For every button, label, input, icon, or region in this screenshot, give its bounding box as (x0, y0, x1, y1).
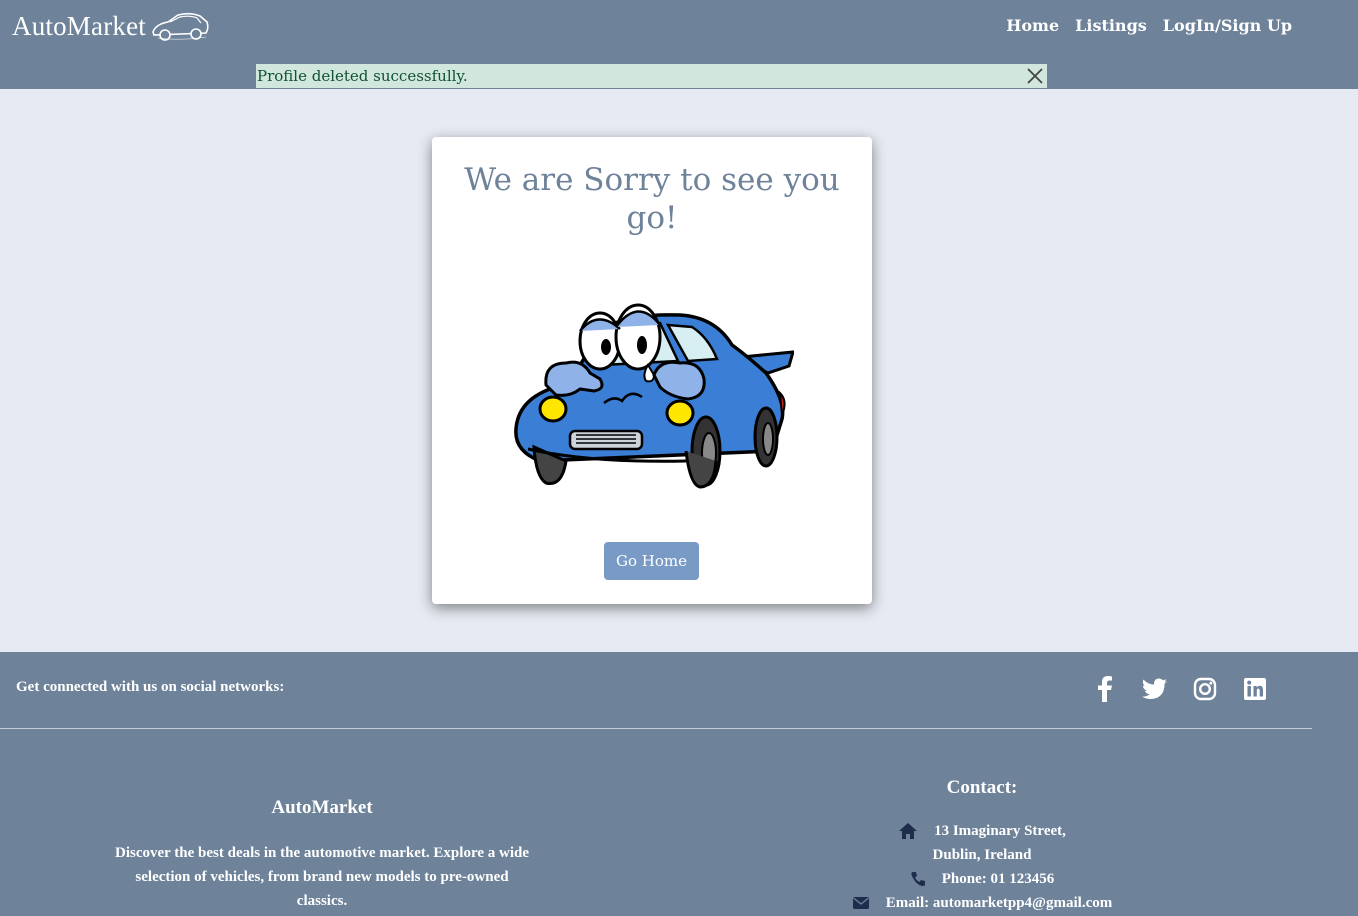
address-line1: 13 Imaginary Street, (934, 823, 1066, 839)
address-line: 13 Imaginary Street, (780, 819, 1184, 843)
about-title: AutoMarket (271, 797, 373, 818)
close-icon[interactable] (1025, 66, 1045, 86)
email-line: Email: automarketpp4@gmail.com (780, 891, 1184, 915)
home-icon (899, 823, 918, 839)
brand-logo[interactable]: AutoMarket (12, 6, 210, 46)
nav-login-signup-link[interactable]: LogIn/Sign Up (1163, 16, 1292, 35)
email-text[interactable]: Email: automarketpp4@gmail.com (886, 891, 1112, 915)
nav-listings-link[interactable]: Listings (1075, 16, 1147, 35)
linkedin-icon[interactable] (1242, 676, 1268, 702)
footer-divider (0, 728, 1312, 729)
envelope-icon (852, 897, 869, 909)
navbar: AutoMarket Home Listings LogIn/Sign Up P… (0, 0, 1358, 89)
brand-name: AutoMarket (12, 10, 146, 41)
about-text: Discover the best deals in the automotiv… (115, 845, 529, 909)
contact-title: Contact: (946, 777, 1018, 798)
social-text: Get connected with us on social networks… (16, 679, 285, 695)
success-alert: Profile deleted successfully. (256, 64, 1047, 88)
social-icons (1092, 676, 1268, 702)
alert-message: Profile deleted successfully. (257, 67, 468, 85)
about-section: AutoMarket Discover the best deals in th… (110, 797, 534, 913)
facebook-icon[interactable] (1092, 676, 1118, 702)
card-title: We are Sorry to see you go! (464, 162, 840, 236)
address-line2: Dublin, Ireland (932, 847, 1032, 863)
phone-line: Phone: 01 123456 (780, 867, 1184, 891)
instagram-icon[interactable] (1192, 676, 1218, 702)
go-home-button[interactable]: Go Home (604, 542, 699, 580)
goodbye-card: We are Sorry to see you go! Go Home (432, 137, 872, 604)
car-logo-icon (152, 12, 209, 41)
footer: Get connected with us on social networks… (0, 652, 1358, 916)
phone-text: Phone: 01 123456 (941, 871, 1055, 887)
contact-section: Contact: 13 Imaginary Street, Dublin, Ir… (780, 777, 1184, 915)
phone-icon (911, 872, 925, 886)
twitter-icon[interactable] (1142, 676, 1168, 702)
nav-home-link[interactable]: Home (1006, 16, 1059, 35)
nav-links: Home Listings LogIn/Sign Up (1006, 16, 1292, 35)
sad-car-image (514, 303, 794, 489)
